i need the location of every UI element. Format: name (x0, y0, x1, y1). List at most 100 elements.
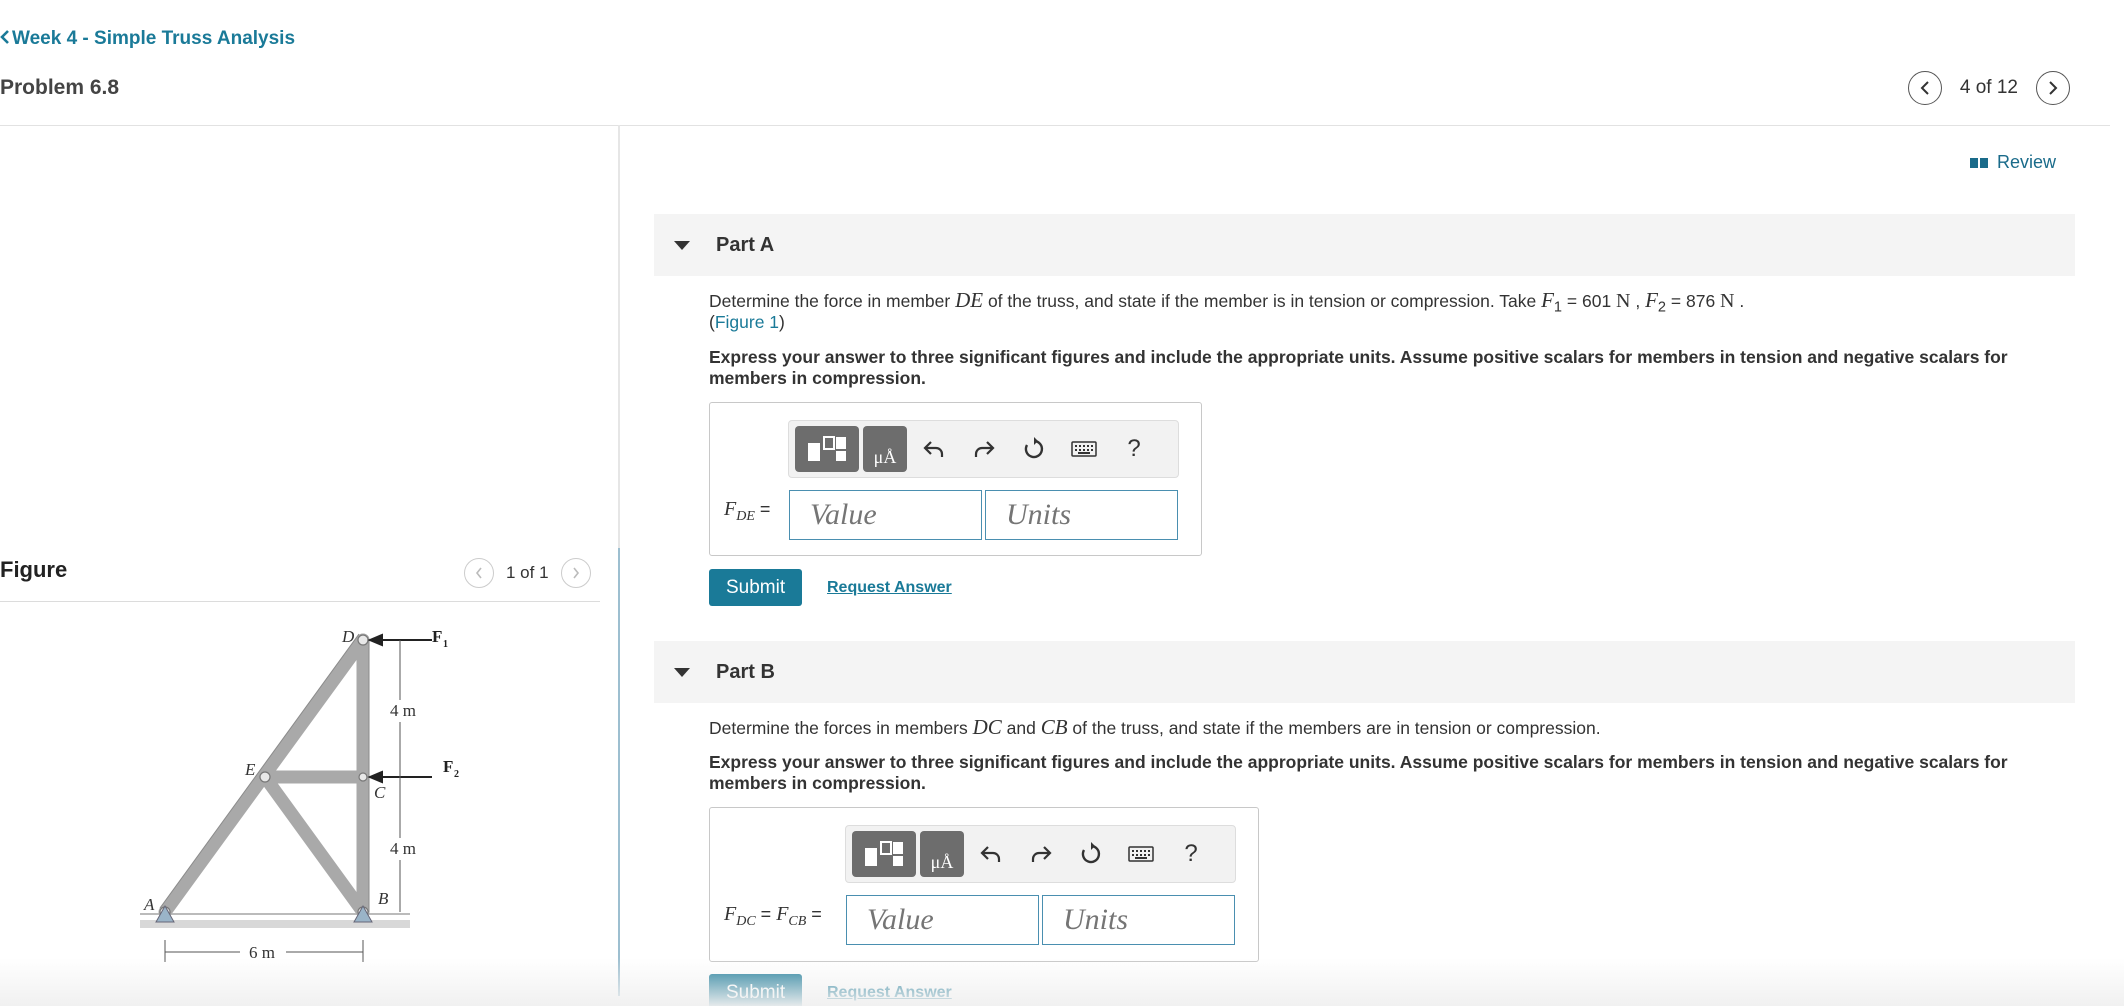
part-a-label: Part A (716, 233, 775, 256)
eq-symbol-1: F (724, 903, 737, 925)
figure-pager: 1 of 1 (464, 558, 591, 588)
dim-top-label: 4 m (390, 701, 416, 720)
eq-symbol: F (724, 498, 737, 520)
page-title: Problem 6.8 (0, 76, 120, 99)
redo-icon[interactable] (961, 426, 1007, 472)
label-a: A (143, 895, 155, 914)
part-a-units-input[interactable] (985, 490, 1178, 540)
templates-icon (865, 841, 903, 866)
templates-button[interactable] (852, 831, 916, 877)
q-text-end: . (1734, 291, 1745, 311)
part-b-eq-label: FDC = FCB = (724, 903, 822, 930)
problem-pager: 4 of 12 (1907, 71, 2070, 105)
f2-symbol: F (1645, 288, 1658, 312)
panel-resize-handle[interactable] (618, 548, 620, 996)
part-a-submit-button[interactable]: Submit (709, 569, 803, 606)
q-text-pre: Determine the forces in members (709, 718, 973, 738)
q-text-end: of the truss, and state if the members a… (1067, 718, 1601, 738)
label-f1: F (432, 627, 442, 646)
figure-link[interactable]: Figure 1 (715, 312, 779, 332)
separator: , (1630, 291, 1646, 311)
part-b-answer-box: μÅ ? FDC = FCB = (709, 807, 1259, 962)
figure-count: 1 of 1 (506, 563, 549, 582)
q-member: DE (955, 288, 984, 312)
keyboard-icon[interactable] (1061, 426, 1107, 472)
templates-button[interactable] (795, 426, 859, 472)
undo-icon[interactable] (968, 831, 1014, 877)
book-icon (1969, 157, 1988, 168)
part-b-toolbar: μÅ ? (845, 825, 1236, 883)
f2-value: = 876 (1666, 291, 1721, 311)
help-button[interactable]: ? (1111, 426, 1157, 472)
part-b-submit-button[interactable]: Submit (709, 974, 803, 1006)
f1-symbol: F (1541, 288, 1554, 312)
help-button[interactable]: ? (1168, 831, 1214, 877)
figure-divider (0, 601, 600, 602)
paren-close: ) (779, 312, 785, 332)
part-b-label: Part B (716, 660, 775, 683)
figure-link-line: (Figure 1) (709, 312, 785, 333)
redo-icon[interactable] (1018, 831, 1064, 877)
chevron-left-icon (475, 567, 482, 579)
part-a-request-answer[interactable]: Request Answer (827, 579, 952, 597)
f1-value: = 601 (1562, 291, 1617, 311)
review-link[interactable]: Review (1969, 152, 2056, 173)
next-problem-button[interactable] (2036, 71, 2070, 105)
part-a-value-input[interactable] (789, 490, 982, 540)
prev-problem-button[interactable] (1907, 71, 1942, 105)
part-a-answer-box: μÅ ? FDE = (709, 402, 1202, 556)
eq-equals: = (806, 904, 822, 924)
label-b: B (378, 889, 389, 908)
eq-subscript-2: CB (788, 914, 807, 929)
reset-icon[interactable] (1068, 831, 1114, 877)
label-d: D (341, 627, 355, 646)
chevron-left-icon (1920, 81, 1929, 95)
eq-mid: = (755, 904, 777, 924)
caret-down-icon (674, 667, 690, 677)
prev-figure-button[interactable] (464, 558, 494, 588)
label-f2: F (443, 757, 453, 776)
part-b-units-input[interactable] (1042, 895, 1235, 945)
keyboard-icon[interactable] (1118, 831, 1164, 877)
dim-bottom-label: 4 m (390, 839, 416, 858)
q-and: and (1001, 718, 1041, 738)
label-f1-sub: 1 (443, 639, 448, 650)
undo-icon[interactable] (911, 426, 957, 472)
member-1: DC (972, 715, 1002, 739)
chevron-right-icon (572, 567, 579, 579)
part-a-instruction: Express your answer to three significant… (709, 347, 2008, 388)
dim-base-label: 6 m (249, 943, 275, 962)
part-b-question: Determine the forces in members DC and C… (709, 715, 1601, 740)
truss-figure: D E C A B F 1 F 2 4 m 4 m 6 m (140, 627, 459, 962)
f2-unit: N (1720, 290, 1735, 312)
breadcrumb[interactable]: Week 4 - Simple Truss Analysis (0, 28, 295, 50)
q-text-pre: Determine the force in member (709, 291, 956, 311)
label-f2-sub: 2 (454, 769, 459, 780)
part-a-eq-label: FDE = (724, 498, 770, 525)
part-b-header[interactable]: Part B (654, 641, 2075, 703)
breadcrumb-label: Week 4 - Simple Truss Analysis (12, 28, 296, 49)
units-button[interactable]: μÅ (863, 426, 907, 472)
units-button[interactable]: μÅ (920, 831, 964, 877)
eq-subscript-1: DC (736, 914, 756, 929)
part-b-request-answer[interactable]: Request Answer (827, 984, 952, 1002)
part-b-value-input[interactable] (846, 895, 1039, 945)
review-label: Review (1996, 152, 2056, 172)
reset-icon[interactable] (1011, 426, 1057, 472)
pager-count: 4 of 12 (1959, 77, 2018, 98)
next-figure-button[interactable] (560, 558, 591, 588)
member-2: CB (1040, 715, 1068, 739)
templates-icon (808, 436, 846, 461)
header-divider (0, 125, 2110, 126)
f1-subscript: 1 (1553, 299, 1563, 316)
eq-symbol-2: F (776, 903, 789, 925)
eq-equals: = (754, 499, 771, 519)
part-a-question: Determine the force in member DE of the … (709, 288, 1744, 316)
caret-down-icon (674, 240, 690, 250)
part-a-header[interactable]: Part A (654, 214, 2075, 276)
eq-subscript: DE (736, 509, 755, 524)
figure-title: Figure (0, 557, 68, 582)
chevron-left-icon (0, 29, 10, 50)
f1-unit: N (1616, 290, 1631, 312)
chevron-right-icon (2049, 81, 2058, 95)
